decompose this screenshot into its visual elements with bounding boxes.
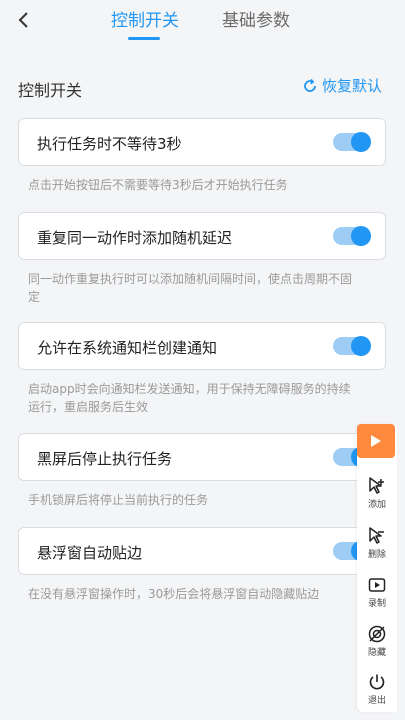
setting-label: 悬浮窗自动贴边 xyxy=(37,544,143,562)
reset-defaults-label: 恢复默认 xyxy=(322,77,383,95)
play-icon xyxy=(371,435,381,447)
toggle-switch[interactable] xyxy=(333,226,371,246)
back-button[interactable] xyxy=(10,6,38,34)
toggle-switch[interactable] xyxy=(333,336,371,356)
setting-card-no-wait: 执行任务时不等待3秒 xyxy=(18,118,386,166)
record-icon xyxy=(368,578,386,592)
tab-basic-params[interactable]: 基础参数 xyxy=(222,6,290,31)
tool-add[interactable]: 添加 xyxy=(357,476,397,510)
toggle-switch[interactable] xyxy=(333,132,371,152)
setting-card-notification: 允许在系统通知栏创建通知 xyxy=(18,322,386,370)
tool-label: 录制 xyxy=(367,599,386,609)
setting-description: 启动app时会向通知栏发送通知，用于保持无障碍服务的持续运行，重启服务后生效 xyxy=(28,382,351,414)
tool-hide[interactable]: 隐藏 xyxy=(357,624,397,658)
tool-label: 删除 xyxy=(367,550,386,560)
add-pointer-icon xyxy=(369,477,384,494)
chevron-left-icon xyxy=(18,12,28,28)
reset-defaults-button[interactable]: 恢复默认 xyxy=(302,75,382,96)
top-bar: 控制开关 基础参数 xyxy=(0,0,405,44)
setting-label: 黑屏后停止执行任务 xyxy=(37,450,173,468)
setting-description: 手机锁屏后将停止当前执行的任务 xyxy=(28,493,209,507)
refresh-icon xyxy=(304,78,316,92)
setting-card-stop-on-lock: 黑屏后停止执行任务 xyxy=(18,433,386,481)
tool-label: 隐藏 xyxy=(367,648,386,658)
setting-label: 允许在系统通知栏创建通知 xyxy=(37,339,218,357)
tool-exit[interactable]: 退出 xyxy=(357,672,397,706)
tool-label: 退出 xyxy=(367,696,386,706)
active-tab-indicator xyxy=(128,37,160,40)
remove-pointer-icon xyxy=(369,527,384,544)
hide-icon xyxy=(368,625,386,643)
setting-label: 重复同一动作时添加随机延迟 xyxy=(37,229,233,247)
tool-label: 添加 xyxy=(367,500,386,510)
setting-description: 在没有悬浮窗操作时，30秒后会将悬浮窗自动隐藏贴边 xyxy=(28,587,320,601)
play-button[interactable] xyxy=(357,424,395,458)
tool-remove[interactable]: 删除 xyxy=(357,526,397,560)
setting-label: 执行任务时不等待3秒 xyxy=(37,135,182,153)
setting-description: 同一动作重复执行时可以添加随机间隔时间，使点击周期不固定 xyxy=(28,272,353,304)
floating-toolbar xyxy=(357,424,397,712)
setting-description: 点击开始按钮后不需要等待3秒后才开始执行任务 xyxy=(28,178,288,192)
setting-card-auto-edge: 悬浮窗自动贴边 xyxy=(18,527,386,575)
power-icon xyxy=(369,674,385,690)
tab-control-switch[interactable]: 控制开关 xyxy=(111,6,179,31)
setting-card-random-delay: 重复同一动作时添加随机延迟 xyxy=(18,212,386,260)
section-title: 控制开关 xyxy=(18,81,83,100)
tool-record[interactable]: 录制 xyxy=(357,575,397,609)
